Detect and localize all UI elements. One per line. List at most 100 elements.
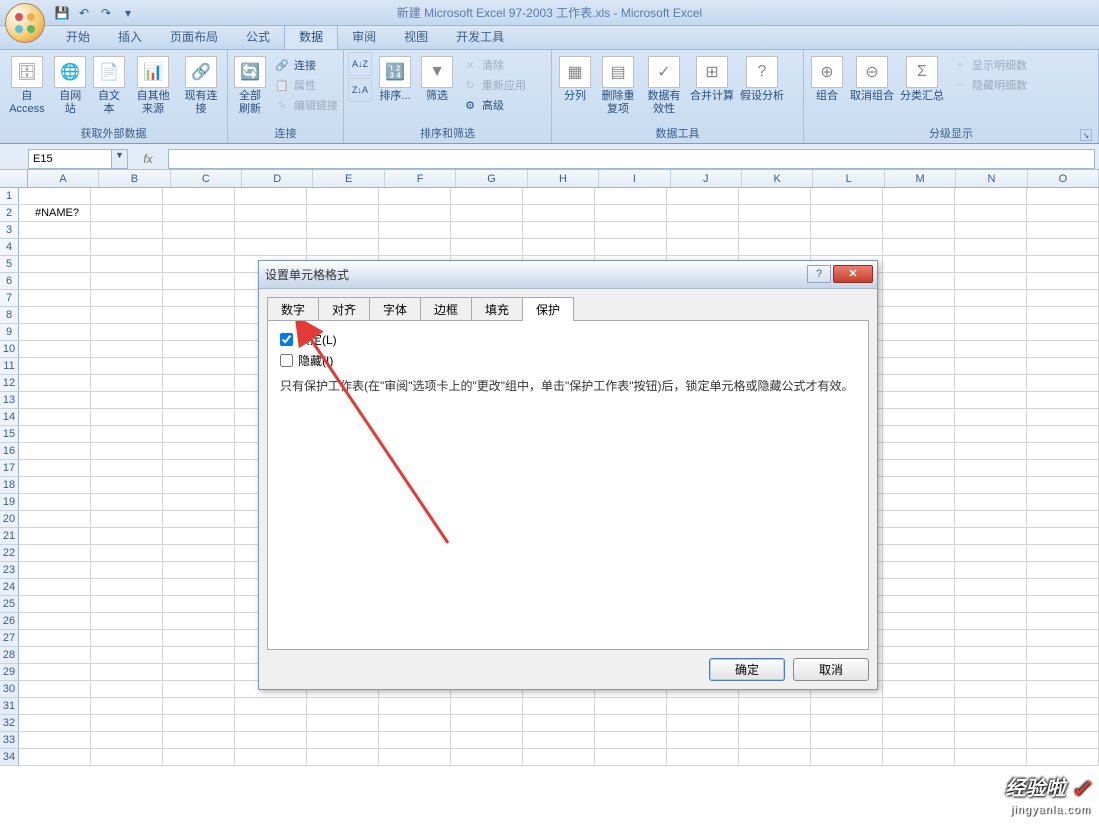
cell[interactable] <box>883 409 955 426</box>
cell[interactable] <box>163 358 235 375</box>
cell[interactable] <box>163 579 235 596</box>
cell[interactable] <box>1027 375 1099 392</box>
dlg-tab-number[interactable]: 数字 <box>267 297 319 321</box>
existing-conn-button[interactable]: 🔗现有连接 <box>179 52 223 118</box>
row-header[interactable]: 24 <box>0 579 19 596</box>
cell[interactable] <box>163 443 235 460</box>
cell[interactable] <box>955 511 1027 528</box>
cell[interactable] <box>523 222 595 239</box>
cell[interactable] <box>19 494 91 511</box>
cell[interactable] <box>955 290 1027 307</box>
cell[interactable] <box>235 239 307 256</box>
cell[interactable] <box>739 222 811 239</box>
row-header[interactable]: 3 <box>0 222 19 239</box>
cell[interactable] <box>883 698 955 715</box>
cell[interactable] <box>91 613 163 630</box>
cell[interactable] <box>91 188 163 205</box>
cell[interactable] <box>379 188 451 205</box>
cell[interactable] <box>955 205 1027 222</box>
cell[interactable] <box>91 528 163 545</box>
dialog-titlebar[interactable]: 设置单元格格式 ? ✕ <box>259 261 877 289</box>
cell[interactable] <box>595 239 667 256</box>
cell[interactable] <box>163 630 235 647</box>
cell[interactable] <box>523 698 595 715</box>
cell[interactable] <box>1027 256 1099 273</box>
cell[interactable] <box>163 477 235 494</box>
tab-insert[interactable]: 插入 <box>104 24 156 49</box>
cell[interactable] <box>163 290 235 307</box>
cell[interactable] <box>523 749 595 766</box>
cell[interactable] <box>1027 392 1099 409</box>
cell[interactable] <box>955 375 1027 392</box>
cell[interactable] <box>91 664 163 681</box>
row-header[interactable]: 2 <box>0 205 19 222</box>
row-header[interactable]: 11 <box>0 358 19 375</box>
whatif-button[interactable]: ?假设分析 <box>738 52 786 105</box>
cell[interactable] <box>163 324 235 341</box>
cell[interactable] <box>1027 273 1099 290</box>
cell[interactable] <box>379 239 451 256</box>
cell[interactable] <box>1027 409 1099 426</box>
cell[interactable] <box>91 358 163 375</box>
cell[interactable] <box>91 545 163 562</box>
cell[interactable] <box>955 647 1027 664</box>
cell[interactable] <box>1027 698 1099 715</box>
row-header[interactable]: 8 <box>0 307 19 324</box>
cell[interactable] <box>667 188 739 205</box>
tab-home[interactable]: 开始 <box>52 24 104 49</box>
cell[interactable] <box>523 732 595 749</box>
cell[interactable] <box>739 749 811 766</box>
cell[interactable] <box>19 222 91 239</box>
cell[interactable] <box>883 392 955 409</box>
cell[interactable] <box>19 664 91 681</box>
cell[interactable] <box>19 426 91 443</box>
cell[interactable] <box>955 222 1027 239</box>
cell[interactable] <box>883 443 955 460</box>
col-header[interactable]: K <box>742 170 813 187</box>
cell[interactable] <box>163 732 235 749</box>
cell[interactable] <box>91 409 163 426</box>
cell[interactable] <box>91 562 163 579</box>
row-header[interactable]: 7 <box>0 290 19 307</box>
group-button[interactable]: ⊕组合 <box>808 52 846 105</box>
cell[interactable] <box>667 239 739 256</box>
cell[interactable] <box>739 715 811 732</box>
cell[interactable] <box>955 528 1027 545</box>
cell[interactable] <box>91 460 163 477</box>
cell[interactable] <box>91 324 163 341</box>
cell[interactable] <box>883 732 955 749</box>
clear-filter-button[interactable]: ✕清除 <box>458 56 530 74</box>
row-header[interactable]: 13 <box>0 392 19 409</box>
cell[interactable] <box>379 698 451 715</box>
cell[interactable] <box>739 205 811 222</box>
cell[interactable] <box>667 732 739 749</box>
cell[interactable] <box>595 188 667 205</box>
row-header[interactable]: 14 <box>0 409 19 426</box>
cell[interactable] <box>91 732 163 749</box>
col-header[interactable]: F <box>385 170 456 187</box>
data-validation-button[interactable]: ✓数据有效性 <box>642 52 686 118</box>
row-header[interactable]: 5 <box>0 256 19 273</box>
cell[interactable] <box>739 698 811 715</box>
row-header[interactable]: 21 <box>0 528 19 545</box>
row-header[interactable]: 18 <box>0 477 19 494</box>
cell[interactable] <box>19 698 91 715</box>
cell[interactable] <box>955 188 1027 205</box>
select-all-corner[interactable] <box>0 170 28 187</box>
cell[interactable]: #NAME? <box>19 205 91 222</box>
cell[interactable] <box>883 511 955 528</box>
cell[interactable] <box>235 222 307 239</box>
row-header[interactable]: 17 <box>0 460 19 477</box>
cell[interactable] <box>91 698 163 715</box>
cell[interactable] <box>19 630 91 647</box>
ungroup-button[interactable]: ⊖取消组合 <box>848 52 896 105</box>
cell[interactable] <box>883 715 955 732</box>
cell[interactable] <box>883 205 955 222</box>
col-header[interactable]: D <box>242 170 313 187</box>
cell[interactable] <box>379 732 451 749</box>
cell[interactable] <box>955 358 1027 375</box>
cell[interactable] <box>595 732 667 749</box>
cell[interactable] <box>91 596 163 613</box>
locked-checkbox[interactable] <box>280 333 293 346</box>
cell[interactable] <box>307 732 379 749</box>
